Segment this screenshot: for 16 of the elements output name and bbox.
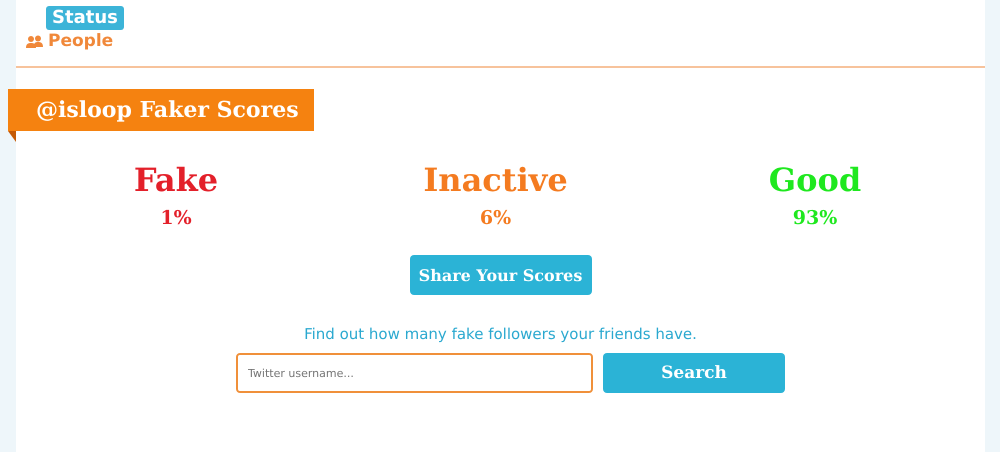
banner-title: @isloop Faker Scores (36, 97, 299, 123)
people-icon (26, 34, 44, 48)
score-value: 93% (792, 207, 838, 229)
ribbon-fold (8, 131, 16, 142)
logo-text: Status (46, 6, 124, 30)
share-button[interactable]: Share Your Scores (410, 255, 592, 295)
logo-text: People (48, 30, 114, 52)
search-button[interactable]: Search (603, 353, 785, 393)
score-label: Fake (132, 161, 220, 199)
score-value: 1% (159, 207, 193, 229)
logo[interactable]: Status People (26, 0, 124, 52)
score-label: Inactive (422, 161, 569, 199)
prompt-text: Find out how many fake followers your friends have. (304, 325, 697, 343)
score-label: Good (768, 161, 862, 199)
score-value: 6% (478, 207, 512, 229)
username-field[interactable]: Twitter username... (236, 353, 593, 393)
